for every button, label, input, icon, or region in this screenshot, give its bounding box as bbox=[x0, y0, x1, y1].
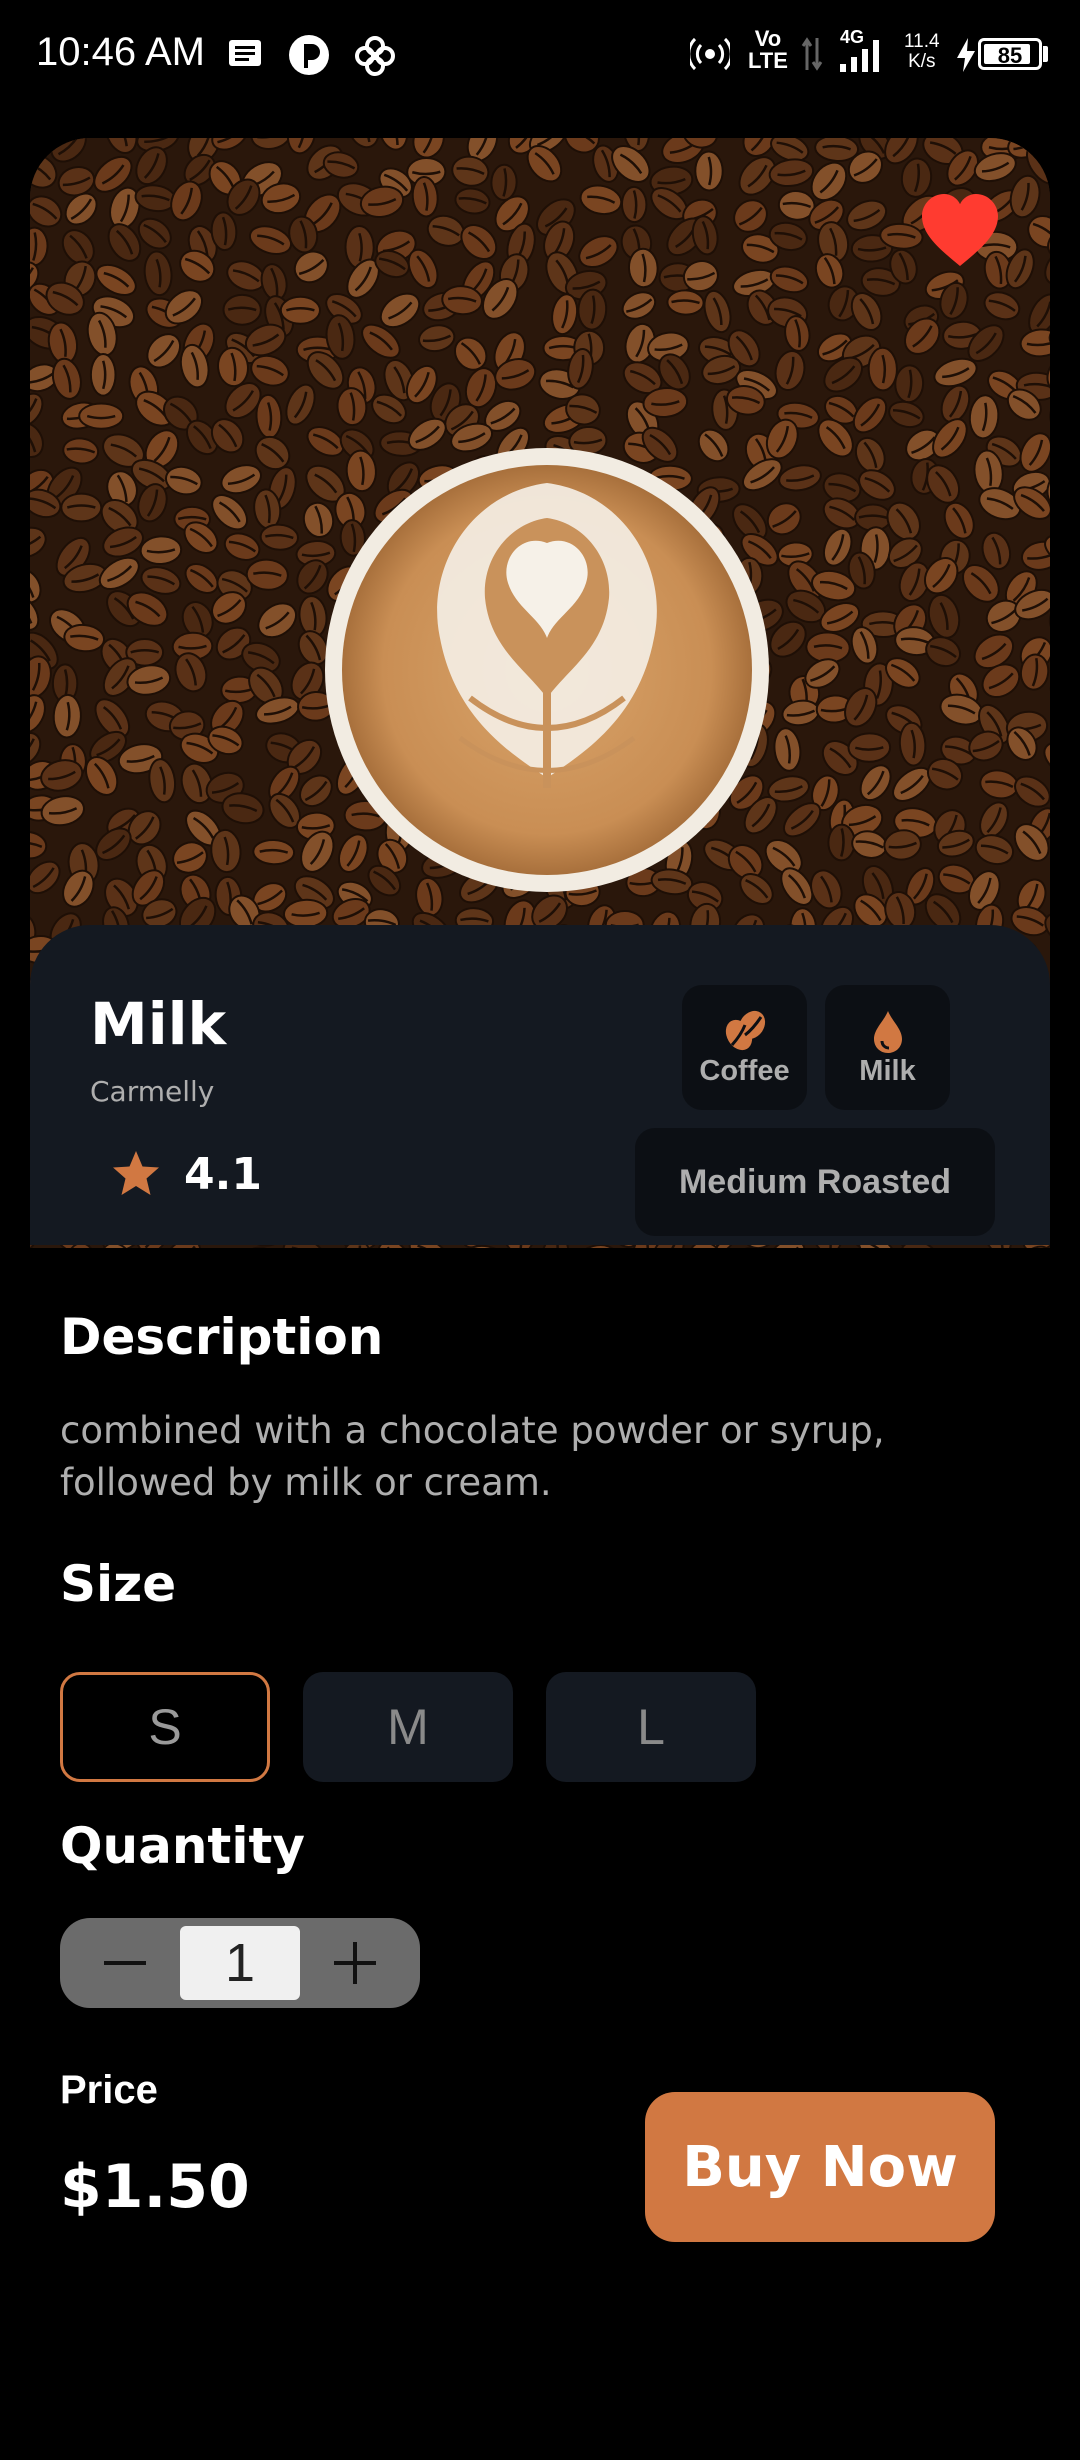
plus-icon bbox=[334, 1942, 376, 1984]
tag-milk-label: Milk bbox=[859, 1055, 916, 1087]
app-icon bbox=[289, 35, 329, 75]
description-text: combined with a chocolate powder or syru… bbox=[60, 1409, 885, 1504]
quantity-stepper: 1 bbox=[60, 1918, 420, 2008]
data-arrows-icon bbox=[801, 37, 823, 71]
roast-level: Medium Roasted bbox=[635, 1128, 995, 1236]
quantity-title: Quantity bbox=[60, 1817, 305, 1875]
product-subtitle: Carmelly bbox=[90, 1075, 215, 1108]
rating-value: 4.1 bbox=[184, 1148, 262, 1200]
heart-icon[interactable] bbox=[918, 190, 1002, 274]
status-bar: 10:46 AM Vo LTE 4G 11.4 K/s 85 bbox=[0, 0, 1080, 110]
star-icon bbox=[113, 1151, 159, 1195]
status-time: 10:46 AM bbox=[36, 30, 206, 74]
increase-button[interactable] bbox=[300, 1918, 410, 2008]
volte-bottom: LTE bbox=[748, 48, 788, 73]
size-option-s[interactable]: S bbox=[60, 1672, 270, 1782]
buy-now-button[interactable]: Buy Now bbox=[645, 2092, 995, 2242]
description-title: Description bbox=[60, 1308, 384, 1366]
hotspot-icon bbox=[690, 37, 730, 71]
tag-coffee: Coffee bbox=[682, 985, 807, 1110]
volte-label: Vo LTE bbox=[748, 28, 788, 72]
message-icon bbox=[229, 40, 261, 66]
tag-milk: Milk bbox=[825, 985, 950, 1110]
quantity-value[interactable]: 1 bbox=[180, 1926, 300, 2000]
speed-value: 11.4 bbox=[904, 31, 940, 52]
price-value: $1.50 bbox=[60, 2152, 250, 2222]
product-name: Milk bbox=[90, 990, 227, 1058]
battery-tip bbox=[1043, 46, 1048, 62]
speed-unit: K/s bbox=[908, 51, 936, 72]
battery-icon: 85 bbox=[978, 38, 1042, 70]
minus-icon bbox=[104, 1961, 146, 1965]
net-speed: 11.4 K/s bbox=[904, 32, 940, 72]
charging-icon bbox=[957, 38, 975, 72]
fan-icon bbox=[355, 36, 395, 76]
size-option-l[interactable]: L bbox=[546, 1672, 756, 1782]
drop-icon bbox=[873, 1011, 902, 1053]
battery-level: 85 bbox=[997, 43, 1023, 68]
size-option-m[interactable]: M bbox=[303, 1672, 513, 1782]
coffee-bean-icon bbox=[725, 1010, 765, 1051]
signal-icon bbox=[840, 40, 879, 72]
product-rating: 4.1 bbox=[110, 1148, 262, 1200]
latte-cup bbox=[325, 448, 769, 892]
tag-coffee-label: Coffee bbox=[699, 1055, 790, 1087]
volte-top: Vo bbox=[754, 26, 782, 51]
price-label: Price bbox=[60, 2068, 158, 2112]
size-title: Size bbox=[60, 1555, 177, 1613]
decrease-button[interactable] bbox=[70, 1918, 180, 2008]
